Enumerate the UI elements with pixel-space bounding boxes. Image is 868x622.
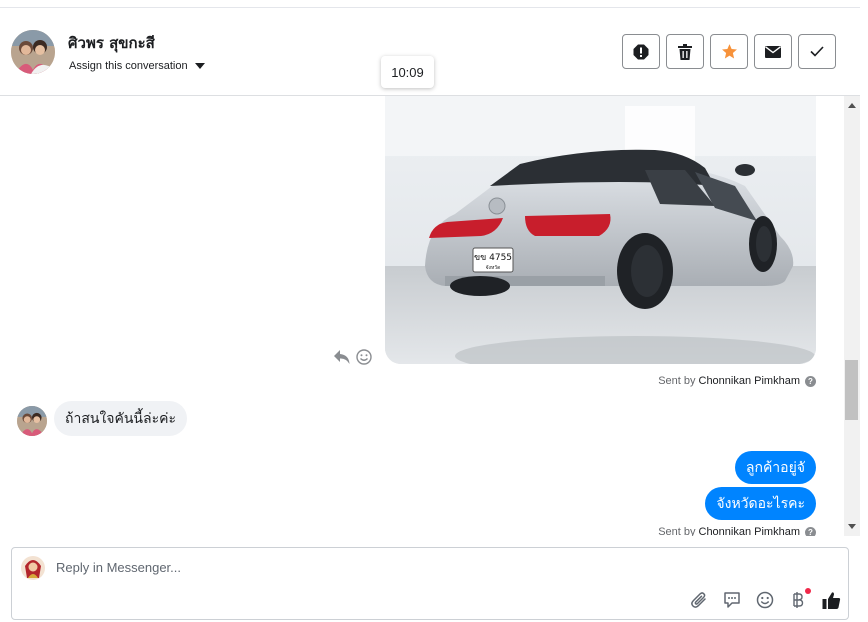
spam-icon bbox=[633, 44, 649, 59]
caret-down-icon bbox=[194, 63, 205, 69]
emoji-icon bbox=[756, 591, 774, 609]
conversation-actions bbox=[622, 34, 836, 69]
saved-replies-button[interactable] bbox=[722, 590, 742, 610]
agent-name: Chonnikan Pimkham bbox=[698, 375, 801, 387]
sent-by-prefix: Sent by bbox=[658, 526, 696, 536]
emoji-button[interactable] bbox=[755, 590, 775, 610]
plate-province: จังหวัด bbox=[486, 265, 501, 271]
reply-composer bbox=[11, 547, 849, 620]
thread-scrollbar[interactable] bbox=[844, 96, 860, 536]
message-quick-actions bbox=[334, 349, 372, 365]
scroll-up-arrow[interactable] bbox=[848, 103, 856, 108]
assign-label: Assign this conversation bbox=[69, 60, 188, 72]
baht-icon bbox=[793, 592, 804, 608]
delete-button[interactable] bbox=[666, 34, 704, 69]
envelope-icon bbox=[765, 45, 781, 58]
mark-done-button[interactable] bbox=[798, 34, 836, 69]
scroll-down-arrow[interactable] bbox=[848, 524, 856, 529]
trash-icon bbox=[678, 43, 692, 60]
outgoing-message[interactable]: ลูกค้าอยู่จั bbox=[734, 451, 816, 484]
star-icon bbox=[721, 44, 737, 59]
attach-button[interactable] bbox=[689, 590, 709, 610]
payment-button[interactable] bbox=[788, 588, 811, 610]
notification-dot bbox=[805, 588, 811, 594]
timestamp-tooltip: 10:09 bbox=[381, 56, 434, 88]
sent-by-line: Sent by Chonnikan Pimkham ? bbox=[658, 375, 816, 387]
star-button[interactable] bbox=[710, 34, 748, 69]
scroll-thumb[interactable] bbox=[845, 360, 858, 420]
page-avatar bbox=[21, 556, 45, 580]
emoji-react-icon[interactable] bbox=[356, 349, 372, 365]
help-icon[interactable]: ? bbox=[805, 526, 816, 536]
send-like-button[interactable] bbox=[821, 590, 841, 610]
saved-replies-icon bbox=[724, 592, 740, 608]
agent-name: Chonnikan Pimkham bbox=[698, 526, 801, 536]
contact-avatar-small bbox=[17, 406, 47, 436]
sent-by-prefix: Sent by bbox=[658, 375, 696, 387]
thumbs-up-icon bbox=[822, 591, 840, 609]
reply-input[interactable] bbox=[56, 560, 656, 575]
car-photo-attachment[interactable]: ขข 4755 จังหวัด bbox=[385, 96, 816, 364]
contact-avatar[interactable] bbox=[11, 30, 55, 74]
mark-unread-button[interactable] bbox=[754, 34, 792, 69]
contact-name[interactable]: ศิวพร สุขกะสี bbox=[68, 31, 155, 55]
incoming-message[interactable]: ถ้าสนใจคันนี้ล่ะค่ะ bbox=[54, 401, 187, 436]
help-icon[interactable]: ? bbox=[805, 375, 816, 387]
check-icon bbox=[810, 46, 824, 57]
message-thread: ขข 4755 จังหวัด Sent by Chonnikan Pimkha… bbox=[0, 96, 844, 536]
reply-toolbar bbox=[689, 588, 841, 610]
mark-spam-button[interactable] bbox=[622, 34, 660, 69]
sent-by-line: Sent by Chonnikan Pimkham ? bbox=[658, 526, 816, 536]
plate-number: ขข 4755 bbox=[474, 253, 512, 263]
outgoing-message[interactable]: จังหวัดอะไรคะ bbox=[705, 487, 816, 520]
paperclip-icon bbox=[691, 592, 706, 608]
assign-conversation-dropdown[interactable]: Assign this conversation bbox=[69, 60, 205, 72]
reply-arrow-icon[interactable] bbox=[334, 350, 350, 364]
